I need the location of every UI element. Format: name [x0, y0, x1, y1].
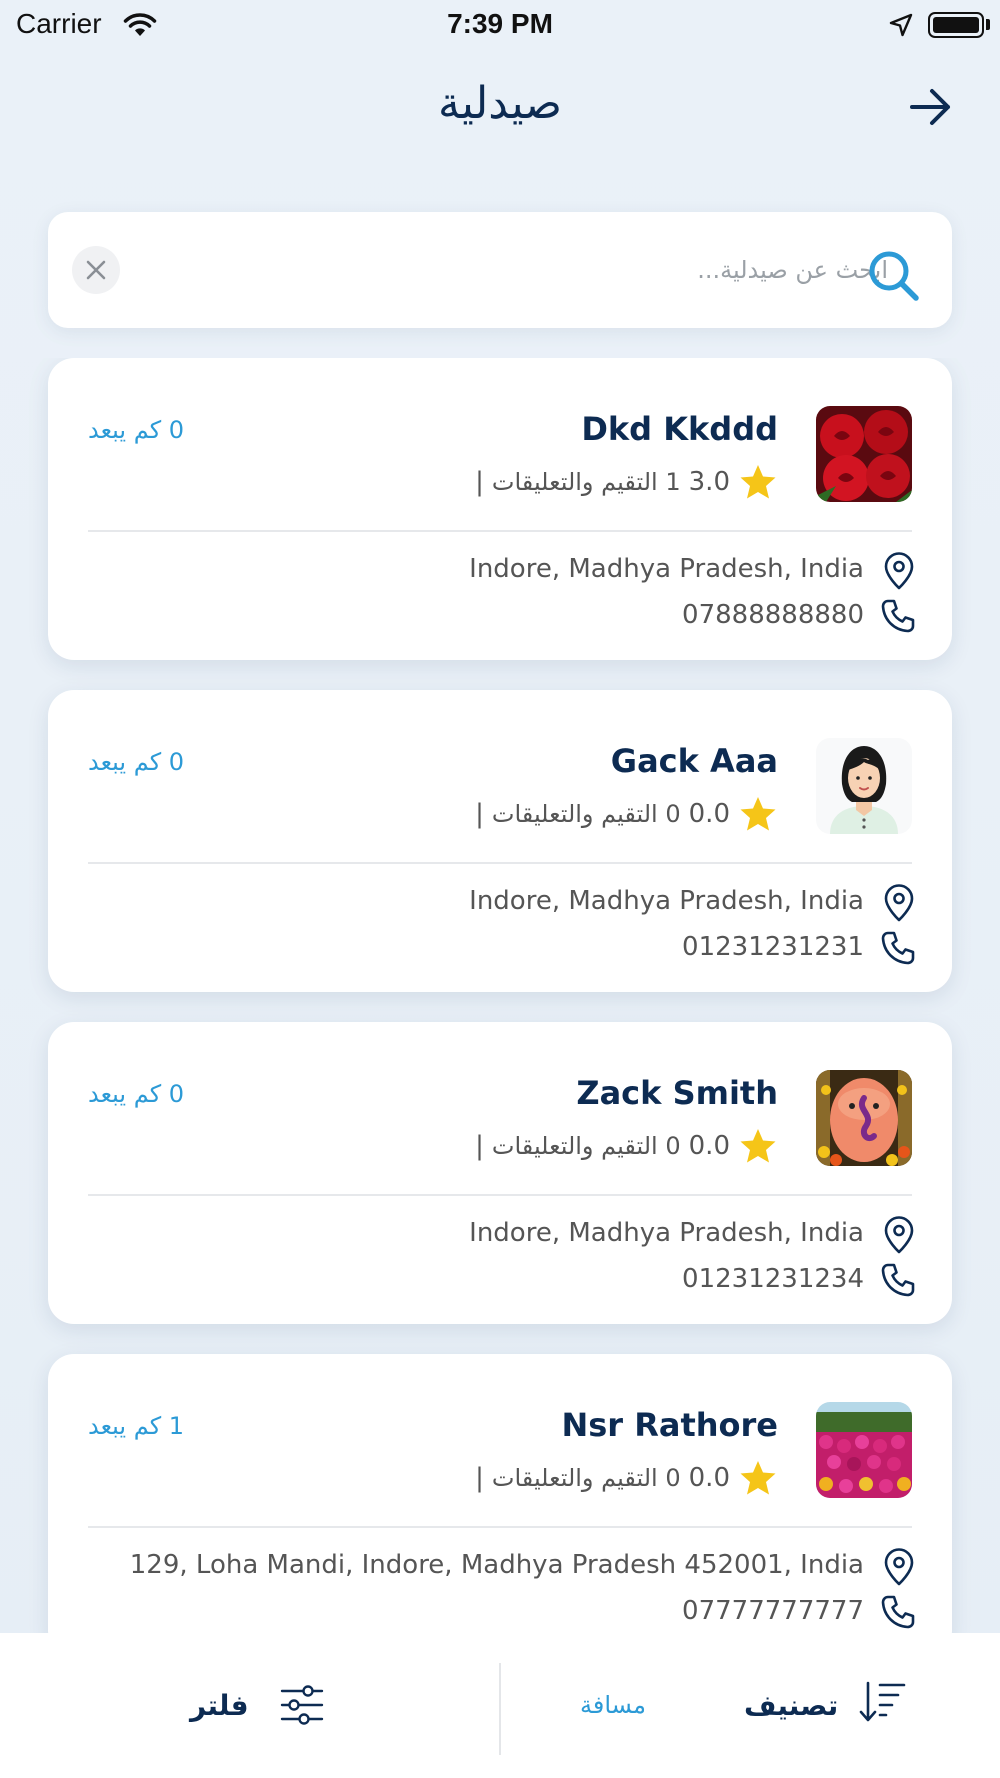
reviews-label: 1 التقيم والتعليقات [491, 468, 681, 496]
pharmacy-address: Indore, Madhya Pradesh, India [469, 554, 864, 584]
divider [88, 862, 912, 864]
map-pin-icon [884, 1548, 914, 1586]
rating-row: 0 التقيم والتعليقات | 0.0 [475, 1458, 778, 1498]
phone-icon[interactable] [880, 1594, 916, 1630]
rating-separator: | [475, 1463, 484, 1493]
search-icon[interactable] [866, 248, 922, 304]
distance-label: 1 كم يبعد [88, 1412, 185, 1440]
pharmacy-thumbnail [816, 738, 912, 834]
search-bar [48, 212, 952, 328]
battery-icon [928, 12, 984, 38]
pharmacy-thumbnail [816, 1070, 912, 1166]
map-pin-icon [884, 552, 914, 590]
divider [88, 1526, 912, 1528]
pharmacy-card[interactable]: Nsr Rathore 0 التقيم والتعليقات | 0.0 1 … [48, 1354, 952, 1633]
pharmacy-card[interactable]: Dkd Kkddd 1 التقيم والتعليقات | 3.0 0 كم… [48, 358, 952, 660]
star-icon [740, 465, 776, 499]
rating-value: 0.0 [688, 799, 730, 829]
page-title: صيدلية [437, 78, 562, 129]
pharmacy-phone[interactable]: 01231231234 [682, 1264, 864, 1294]
rating-separator: | [475, 467, 484, 497]
star-icon [740, 1129, 776, 1163]
map-pin-icon [884, 1216, 914, 1254]
clear-search-button[interactable] [72, 246, 120, 294]
phone-icon[interactable] [880, 1262, 916, 1298]
map-pin-icon [884, 884, 914, 922]
clock-label: 7:39 PM [447, 8, 553, 39]
pharmacy-card[interactable]: Zack Smith 0 التقيم والتعليقات | 0.0 0 ك… [48, 1022, 952, 1324]
battery-cap [986, 19, 990, 30]
pharmacy-card[interactable]: Gack Aaa 0 التقيم والتعليقات | 0.0 0 كم … [48, 690, 952, 992]
toolbar-divider [499, 1663, 501, 1755]
reviews-label: 0 التقيم والتعليقات [491, 800, 681, 828]
pharmacy-address: Indore, Madhya Pradesh, India [469, 886, 864, 916]
divider [88, 530, 912, 532]
rating-separator: | [475, 799, 484, 829]
phone-icon[interactable] [880, 598, 916, 634]
rating-row: 0 التقيم والتعليقات | 0.0 [475, 794, 778, 834]
sort-distance-option[interactable]: مسافة [580, 1691, 646, 1719]
phone-icon[interactable] [880, 930, 916, 966]
pharmacy-name: Dkd Kkddd [581, 410, 778, 448]
pharmacy-thumbnail [816, 406, 912, 502]
rating-value: 0.0 [688, 1463, 730, 1493]
pharmacy-list: Dkd Kkddd 1 التقيم والتعليقات | 3.0 0 كم… [0, 358, 1000, 1633]
sort-icon[interactable] [858, 1679, 906, 1725]
pharmacy-phone[interactable]: 07777777777 [682, 1596, 864, 1626]
arrow-right-icon[interactable] [908, 84, 954, 130]
distance-label: 0 كم يبعد [88, 748, 185, 776]
filter-button[interactable]: فلتر [190, 1689, 249, 1722]
rating-separator: | [475, 1131, 484, 1161]
rating-row: 0 التقيم والتعليقات | 0.0 [475, 1126, 778, 1166]
reviews-label: 0 التقيم والتعليقات [491, 1132, 681, 1160]
pharmacy-address: Indore, Madhya Pradesh, India [469, 1218, 864, 1248]
reviews-label: 0 التقيم والتعليقات [491, 1464, 681, 1492]
rating-value: 0.0 [688, 1131, 730, 1161]
divider [88, 1194, 912, 1196]
star-icon [740, 1461, 776, 1495]
location-arrow-icon [889, 13, 913, 37]
distance-label: 0 كم يبعد [88, 1080, 185, 1108]
bottom-toolbar: فلتر مسافة تصنيف [0, 1633, 1000, 1778]
pharmacy-name: Nsr Rathore [561, 1406, 778, 1444]
pharmacy-phone[interactable]: 07888888880 [682, 600, 864, 630]
star-icon [740, 797, 776, 831]
pharmacy-name: Zack Smith [576, 1074, 778, 1112]
pharmacy-address: 129, Loha Mandi, Indore, Madhya Pradesh … [129, 1550, 864, 1580]
pharmacy-name: Gack Aaa [610, 742, 778, 780]
rating-value: 3.0 [688, 467, 730, 497]
pharmacy-thumbnail [816, 1402, 912, 1498]
search-input[interactable] [158, 242, 888, 298]
sliders-icon[interactable] [280, 1683, 324, 1727]
close-icon [86, 260, 106, 280]
sort-button[interactable]: تصنيف [744, 1689, 838, 1722]
pharmacy-phone[interactable]: 01231231231 [682, 932, 864, 962]
status-bar: Carrier 7:39 PM [0, 0, 1000, 52]
rating-row: 1 التقيم والتعليقات | 3.0 [475, 462, 778, 502]
distance-label: 0 كم يبعد [88, 416, 185, 444]
